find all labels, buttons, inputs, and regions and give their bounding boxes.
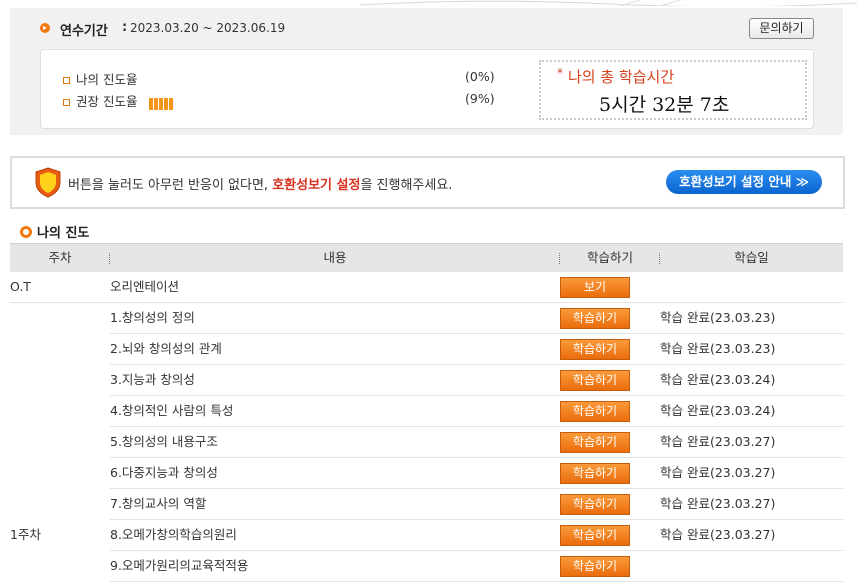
- ring-bullet-icon: [20, 226, 32, 238]
- progress-segment: [169, 97, 174, 110]
- header-study: 학습하기: [586, 250, 633, 265]
- row-content: 3.지능과 창의성: [110, 372, 195, 387]
- recommended-progress-bar: [149, 95, 174, 110]
- row-status: 학습 완료(23.03.27): [660, 527, 776, 542]
- row-content: 2.뇌와 창의성의 관계: [110, 341, 222, 356]
- week-1-label: 1주차: [10, 527, 41, 542]
- study-button[interactable]: 학습하기: [560, 339, 630, 360]
- study-button[interactable]: 학습하기: [560, 401, 630, 422]
- study-button[interactable]: 학습하기: [560, 525, 630, 546]
- total-study-time-title: 나의 총 학습시간: [568, 68, 675, 86]
- progress-box: 나의 진도율 (0%) 권장 진도율 (9%) * 나의 총 학습시간 5시간 3…: [40, 49, 814, 129]
- progress-segment: [159, 97, 164, 110]
- section-title-text: 나의 진도: [37, 226, 90, 241]
- row-divider: [110, 581, 843, 582]
- table-row: 7.창의교사의 역할 학습하기 학습 완료(23.03.27): [10, 489, 843, 520]
- week-ot: O.T: [10, 279, 31, 294]
- total-study-time-label: * 나의 총 학습시간: [557, 66, 674, 87]
- study-button[interactable]: 학습하기: [560, 463, 630, 484]
- total-study-time-value: 5시간 32분 7초: [599, 94, 730, 116]
- study-button[interactable]: 학습하기: [560, 308, 630, 329]
- view-button[interactable]: 보기: [560, 277, 630, 298]
- notice-text-after: 을 진행해주세요.: [360, 178, 453, 193]
- period-label: 연수기간: [60, 24, 108, 39]
- study-button[interactable]: 학습하기: [560, 432, 630, 453]
- recommended-progress-row: 권장 진도율 (9%): [63, 91, 495, 110]
- period-bullet-icon: ▸: [40, 23, 50, 33]
- notice-text: 버튼을 눌러도 아무런 반응이 없다면, 호환성보기 설정을 진행해주세요.: [68, 174, 452, 193]
- compatibility-guide-button[interactable]: 호환성보기 설정 안내 ≫: [666, 170, 822, 194]
- table-row: 1주차 8.오메가창의학습의원리 학습하기 학습 완료(23.03.27): [10, 520, 843, 551]
- table-header: 주차 내용 학습하기 학습일: [10, 243, 843, 272]
- period-value: 2023.03.20 ~ 2023.06.19: [130, 21, 286, 35]
- progress-segment: [164, 97, 169, 110]
- compatibility-notice: 버튼을 눌러도 아무런 반응이 없다면, 호환성보기 설정을 진행해주세요. 호…: [10, 156, 845, 209]
- row-content: 6.다중지능과 창의성: [110, 465, 218, 480]
- top-decoration: [360, 0, 857, 6]
- row-status: 학습 완료(23.03.27): [660, 434, 776, 449]
- row-content: 8.오메가창의학습의원리: [110, 527, 237, 542]
- row-content: 5.창의성의 내용구조: [110, 434, 218, 449]
- square-bullet-icon: [63, 77, 70, 84]
- notice-text-before: 버튼을 눌러도 아무런 반응이 없다면,: [68, 178, 273, 193]
- study-button[interactable]: 학습하기: [560, 494, 630, 515]
- table-row: O.T 오리엔테이션 보기: [10, 272, 843, 303]
- table-row: 6.다중지능과 창의성 학습하기 학습 완료(23.03.27): [10, 458, 843, 489]
- star-icon: *: [557, 66, 563, 80]
- table-row: 1.창의성의 정의 학습하기 학습 완료(23.03.23): [10, 303, 843, 334]
- total-study-time-box: * 나의 총 학습시간 5시간 32분 7초: [539, 60, 807, 120]
- header-content: 내용: [323, 250, 347, 265]
- table-row: 2.뇌와 창의성의 관계 학습하기 학습 완료(23.03.23): [10, 334, 843, 365]
- progress-segment: [154, 97, 159, 110]
- row-status: 학습 완료(23.03.27): [660, 496, 776, 511]
- my-progress-label: 나의 진도율: [76, 72, 138, 87]
- row-status: 학습 완료(23.03.24): [660, 403, 776, 418]
- course-info-panel: ▸ 연수기간 : 2023.03.20 ~ 2023.06.19 문의하기 나의…: [10, 8, 843, 135]
- table-row: 5.창의성의 내용구조 학습하기 학습 완료(23.03.27): [10, 427, 843, 458]
- row-content: 9.오메가원리의교육적적용: [110, 558, 249, 573]
- row-status: 학습 완료(23.03.23): [660, 341, 776, 356]
- my-progress-value: (0%): [465, 69, 495, 84]
- section-title: 나의 진도: [20, 222, 89, 241]
- square-bullet-icon: [63, 99, 70, 106]
- row-content: 1.창의성의 정의: [110, 310, 195, 325]
- progress-segment: [149, 97, 154, 110]
- row-content: 4.창의적인 사람의 특성: [110, 403, 234, 418]
- period-colon: :: [122, 20, 128, 35]
- my-progress-row: 나의 진도율 (0%): [63, 69, 495, 87]
- table-row: 3.지능과 창의성 학습하기 학습 완료(23.03.24): [10, 365, 843, 396]
- header-date: 학습일: [734, 250, 769, 265]
- row-status: 학습 완료(23.03.27): [660, 465, 776, 480]
- study-button[interactable]: 학습하기: [560, 556, 630, 577]
- recommended-progress-label: 권장 진도율: [76, 94, 138, 109]
- inquiry-button[interactable]: 문의하기: [749, 18, 814, 39]
- table-row: 9.오메가원리의교육적적용 학습하기: [10, 551, 843, 582]
- row-content: 7.창의교사의 역할: [110, 496, 207, 511]
- row-status: 학습 완료(23.03.24): [660, 372, 776, 387]
- study-button[interactable]: 학습하기: [560, 370, 630, 391]
- notice-highlight: 호환성보기 설정: [272, 178, 361, 193]
- table-row: 4.창의적인 사람의 특성 학습하기 학습 완료(23.03.24): [10, 396, 843, 427]
- row-content: 오리엔테이션: [110, 279, 180, 294]
- shield-icon: [35, 167, 61, 198]
- recommended-progress-value: (9%): [465, 91, 495, 106]
- header-week: 주차: [48, 250, 72, 265]
- row-status: 학습 완료(23.03.23): [660, 310, 776, 325]
